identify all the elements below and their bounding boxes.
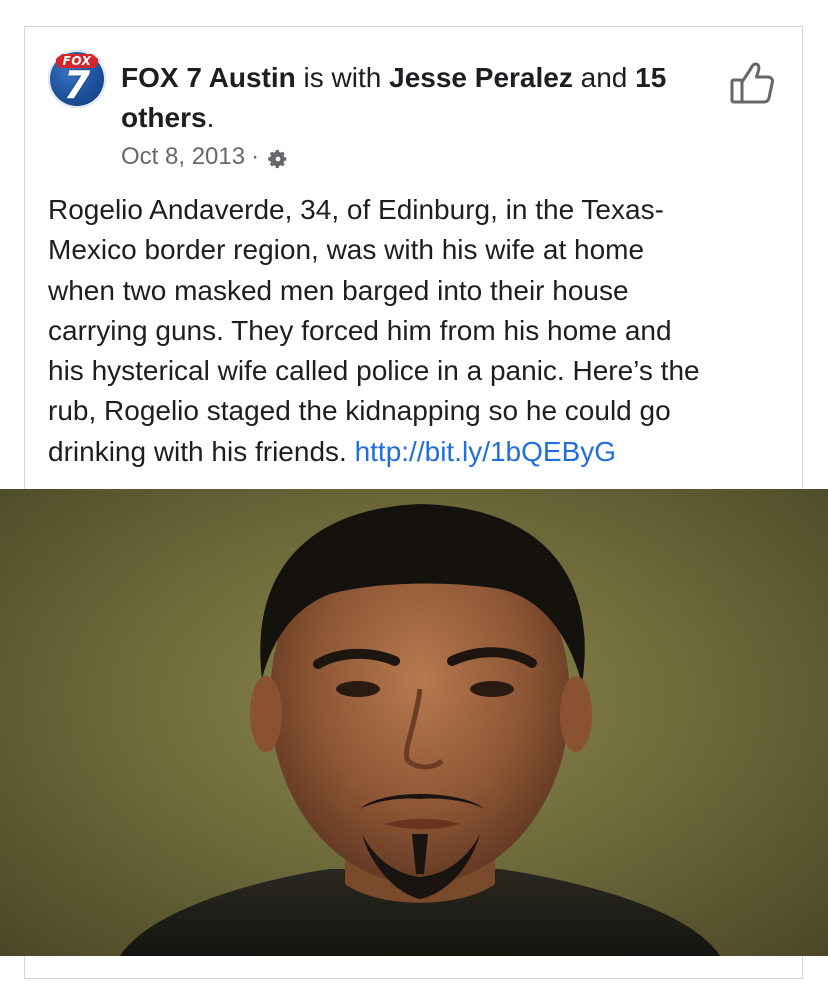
post-header: FOX 7 Austin is with Jesse Peralez and 1… — [121, 58, 711, 138]
page-name-link[interactable]: FOX 7 Austin — [121, 62, 296, 93]
gear-icon[interactable] — [267, 146, 289, 169]
others-label: others — [121, 102, 207, 133]
header-period: . — [206, 102, 215, 133]
post-body-text: Rogelio Andaverde, 34, of Edinburg, in t… — [48, 194, 700, 467]
and-text: and — [572, 62, 636, 93]
post-date[interactable]: Oct 8, 2013 — [121, 140, 245, 174]
thumbs-up-icon[interactable] — [726, 60, 778, 108]
post-link[interactable]: http://bit.ly/1bQEByG — [355, 436, 616, 467]
post-photo[interactable] — [0, 489, 828, 956]
post-meta: Oct 8, 2013 · — [121, 140, 289, 174]
post-body: Rogelio Andaverde, 34, of Edinburg, in t… — [48, 190, 788, 472]
others-count: 15 — [635, 62, 667, 93]
fox-logo-number: 7 — [63, 63, 91, 107]
is-with-text: is with — [295, 62, 390, 93]
tagged-person-link[interactable]: Jesse Peralez — [389, 62, 573, 93]
meta-separator: · — [251, 143, 260, 170]
page-avatar[interactable]: FOX 7 — [48, 50, 106, 108]
